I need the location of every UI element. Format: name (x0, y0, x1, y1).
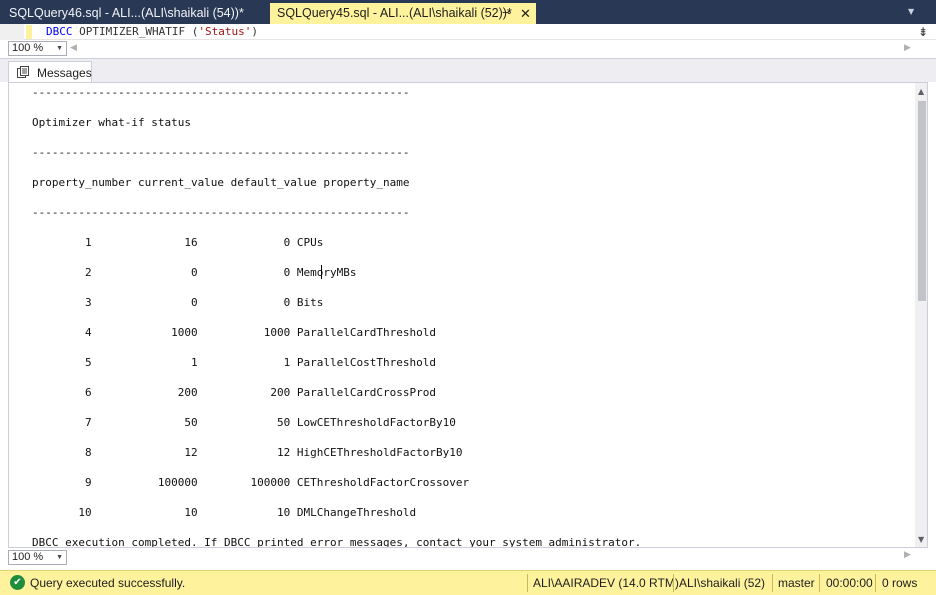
output-line: 9 100000 100000 CEThresholdFactorCrossov… (32, 476, 470, 489)
status-divider (772, 574, 773, 592)
scrollbar-thumb[interactable] (918, 101, 926, 301)
status-divider (819, 574, 820, 592)
tab-list-dropdown-icon[interactable]: ▼ (908, 7, 914, 16)
status-divider (875, 574, 876, 592)
output-line: 5 1 1 ParallelCostThreshold (32, 356, 436, 369)
sql-command: OPTIMIZER_WHATIF (79, 25, 186, 38)
scroll-right-icon[interactable]: ▶ (904, 43, 911, 53)
tab-sqlquery46[interactable]: SQLQuery46.sql - ALI...(ALI\shaikali (54… (0, 3, 268, 24)
output-line: DBCC execution completed. If DBCC printe… (32, 536, 642, 548)
output-line: ----------------------------------------… (32, 146, 410, 159)
chevron-down-icon: ▼ (56, 554, 63, 561)
status-user: ALI\shaikali (52) (679, 576, 766, 590)
output-line: property_number current_value default_va… (32, 176, 410, 189)
zoom-value: 100 % (12, 551, 44, 563)
success-check-icon: ✔ (10, 575, 25, 590)
status-divider (527, 574, 528, 592)
output-line: 3 0 0 Bits (32, 296, 324, 309)
status-row-count: 0 rows (882, 576, 918, 590)
output-line: 10 10 10 DMLChangeThreshold (32, 506, 417, 519)
status-divider (673, 574, 674, 592)
tab-messages[interactable]: Messages (8, 61, 92, 83)
query-editor[interactable]: DBCC OPTIMIZER_WHATIF ('Status') ⇟ (0, 24, 936, 40)
document-tab-strip: SQLQuery46.sql - ALI...(ALI\shaikali (54… (0, 0, 936, 24)
editor-horizontal-scrollbar[interactable]: ◀ ▶ (68, 42, 916, 57)
tab-title: SQLQuery46.sql - ALI...(ALI\shaikali (54… (9, 6, 244, 20)
editor-zoom-select[interactable]: 100 % ▼ (8, 41, 67, 56)
output-line: 7 50 50 LowCEThresholdFactorBy10 (32, 416, 456, 429)
editor-gutter (0, 24, 24, 40)
text-caret (321, 265, 322, 279)
output-line: 4 1000 1000 ParallelCardThreshold (32, 326, 436, 339)
messages-icon (17, 66, 29, 78)
close-icon[interactable]: ✕ (520, 3, 531, 24)
split-editor-icon[interactable]: ⇟ (918, 25, 928, 39)
pin-icon[interactable]: ⊸ (502, 3, 511, 24)
scroll-up-icon[interactable]: ▲ (918, 87, 924, 96)
output-line: Optimizer what-if status (32, 116, 191, 129)
results-zoom-select[interactable]: 100 % ▼ (8, 550, 67, 565)
sql-paren-close: ) (251, 25, 258, 38)
status-server: ALI\AAIRADEV (14.0 RTM) (533, 576, 679, 590)
scroll-down-icon[interactable]: ▼ (918, 535, 924, 544)
results-tab-bar (0, 58, 936, 82)
messages-tab-label: Messages (37, 66, 92, 80)
output-line: 6 200 200 ParallelCardCrossProd (32, 386, 436, 399)
output-line: ----------------------------------------… (32, 206, 410, 219)
scroll-right-icon[interactable]: ▶ (904, 550, 911, 560)
sql-string-argument: 'Status' (198, 25, 252, 38)
output-line: 8 12 12 HighCEThresholdFactorBy10 (32, 446, 463, 459)
results-horizontal-scrollbar[interactable]: ▶ (0, 548, 936, 566)
status-bar: ✔ Query executed successfully. ALI\AAIRA… (0, 570, 936, 595)
results-vertical-scrollbar[interactable]: ▲ ▼ (915, 83, 927, 547)
sql-keyword: DBCC (46, 25, 73, 38)
zoom-value: 100 % (12, 42, 44, 54)
chevron-down-icon: ▼ (56, 45, 63, 52)
status-elapsed-time: 00:00:00 (826, 576, 873, 590)
output-line: 2 0 0 MemoryMBs (32, 266, 357, 279)
status-database: master (778, 576, 815, 590)
tab-title: SQLQuery45.sql - ALI...(ALI\shaikali (52… (277, 6, 512, 20)
change-marker (26, 25, 32, 39)
scroll-left-icon[interactable]: ◀ (70, 43, 77, 53)
query-text[interactable]: DBCC OPTIMIZER_WHATIF ('Status') (46, 25, 258, 39)
status-message: Query executed successfully. (30, 576, 186, 590)
output-line: 1 16 0 CPUs (32, 236, 324, 249)
tab-sqlquery45[interactable]: SQLQuery45.sql - ALI...(ALI\shaikali (52… (270, 3, 536, 24)
messages-output[interactable]: ----------------------------------------… (8, 82, 928, 548)
output-line: ----------------------------------------… (32, 86, 410, 99)
